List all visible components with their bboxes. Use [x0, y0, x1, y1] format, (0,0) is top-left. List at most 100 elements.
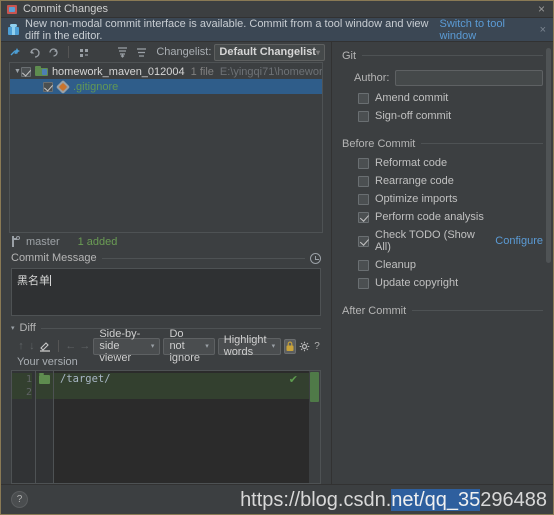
branch-name: master — [26, 235, 60, 248]
optimize-imports-label: Optimize imports — [375, 193, 458, 205]
lock-icon[interactable] — [284, 338, 297, 354]
diff-code-column[interactable]: /target/ ✔ — [54, 371, 320, 483]
watermark-prefix: https://blog.csdn. — [240, 489, 392, 511]
rearrange-code-row[interactable]: Rearrange code — [358, 175, 543, 187]
notification-close-icon[interactable]: × — [540, 24, 546, 36]
author-field[interactable] — [395, 70, 543, 86]
cleanup-checkbox[interactable] — [358, 259, 369, 271]
refresh-icon[interactable] — [45, 44, 61, 60]
text-caret — [50, 275, 51, 286]
close-icon[interactable]: × — [536, 3, 547, 15]
file-name: homework_maven_012004 — [51, 65, 185, 78]
table-row[interactable]: .gitignore — [10, 79, 322, 94]
next-difference-button[interactable]: ↓ — [28, 339, 36, 354]
row-checkbox[interactable] — [20, 66, 31, 77]
watermark-highlight: net/qq_35 — [391, 489, 481, 511]
help-icon[interactable]: ? — [313, 339, 321, 354]
history-clock-icon[interactable] — [310, 252, 321, 264]
optimize-imports-checkbox[interactable] — [358, 193, 369, 205]
changelist-dropdown[interactable]: Default Changelist ▾ — [214, 43, 325, 61]
dialog-bottom-bar: ? https://blog.csdn.net/qq_35296488 — [1, 484, 553, 514]
dialog-body: Changelist: Default Changelist ▾ ▼ homew… — [1, 42, 553, 484]
watermark: https://blog.csdn.net/qq_35296488 — [240, 489, 547, 512]
toolbar-divider — [68, 46, 69, 58]
configure-link[interactable]: Configure — [495, 235, 543, 247]
rollback-icon[interactable] — [26, 44, 42, 60]
group-by-icon[interactable] — [76, 44, 92, 60]
file-name: .gitignore — [73, 80, 119, 93]
folder-icon — [36, 373, 53, 386]
signoff-commit-checkbox[interactable] — [358, 110, 369, 122]
expand-all-icon[interactable] — [114, 44, 130, 60]
viewer-mode-dropdown[interactable]: Side-by-side viewer ▾ — [93, 328, 161, 364]
signoff-commit-row[interactable]: Sign-off commit — [358, 110, 543, 122]
perform-code-analysis-checkbox[interactable] — [358, 211, 369, 223]
gear-icon[interactable] — [299, 339, 310, 354]
pencil-icon[interactable] — [39, 339, 51, 354]
switch-to-tool-window-link[interactable]: Switch to tool window — [440, 18, 530, 42]
diff-line: /target/ — [54, 373, 320, 386]
file-path: E:\yingqi71\homework_maven_012004 — [219, 65, 323, 78]
diff-viewer[interactable]: 1 2 /target/ ✔ — [11, 370, 321, 484]
idea-app-icon — [7, 4, 18, 15]
next-change-button[interactable]: → — [79, 339, 90, 354]
git-panel-scrollbar[interactable] — [546, 48, 551, 263]
before-commit-group-header: Before Commit — [342, 136, 543, 151]
check-todo-row[interactable]: Check TODO (Show All) Configure — [358, 229, 543, 253]
after-commit-group-header: After Commit — [342, 303, 543, 318]
line-number: 2 — [12, 386, 32, 399]
update-copyright-row[interactable]: Update copyright — [358, 277, 543, 289]
rearrange-code-checkbox[interactable] — [358, 175, 369, 187]
diff-title: Diff — [19, 322, 36, 334]
amend-commit-checkbox[interactable] — [358, 92, 369, 104]
changed-files-tree[interactable]: ▼ homework_maven_012004 1 file E:\yingqi… — [9, 62, 323, 233]
chevron-down-icon: ▾ — [315, 47, 320, 57]
left-pane: Changelist: Default Changelist ▾ ▼ homew… — [1, 42, 331, 484]
diff-toolbar: ↑ ↓ ← → Side-by-side viewer ▾ Do not ign… — [11, 328, 321, 364]
diff-icon-column — [36, 371, 54, 483]
changelist-label: Changelist: — [156, 46, 212, 58]
git-options-panel: Git Author: Amend commit Sign-off commit — [332, 42, 553, 484]
divider — [101, 257, 305, 259]
check-todo-checkbox[interactable] — [358, 235, 369, 247]
diff-scrollbar[interactable] — [309, 371, 320, 483]
file-count: 1 file — [190, 65, 214, 78]
expand-twisty-icon[interactable]: ▼ — [14, 68, 21, 75]
optimize-imports-row[interactable]: Optimize imports — [358, 193, 543, 205]
cleanup-row[interactable]: Cleanup — [358, 259, 543, 271]
amend-commit-row[interactable]: Amend commit — [358, 92, 543, 104]
author-row: Author: — [354, 70, 543, 86]
prev-change-button[interactable]: ← — [65, 339, 76, 354]
show-diff-icon[interactable] — [7, 44, 23, 60]
help-button[interactable]: ? — [11, 491, 28, 508]
reformat-code-checkbox[interactable] — [358, 157, 369, 169]
diff-scrollbar-thumb[interactable] — [310, 372, 319, 402]
update-copyright-label: Update copyright — [375, 277, 459, 289]
update-copyright-checkbox[interactable] — [358, 277, 369, 289]
commit-message-input[interactable]: 黑名单 — [11, 268, 321, 316]
table-row[interactable]: ▼ homework_maven_012004 1 file E:\yingqi… — [10, 64, 322, 79]
prev-difference-button[interactable]: ↑ — [17, 339, 25, 354]
reformat-code-label: Reformat code — [375, 157, 448, 169]
reformat-code-row[interactable]: Reformat code — [358, 157, 543, 169]
gitignore-file-icon — [55, 79, 71, 94]
row-checkbox[interactable] — [43, 81, 53, 92]
watermark-suffix: 296488 — [480, 489, 547, 511]
dialog-title: Commit Changes — [23, 3, 108, 15]
ignore-mode-dropdown[interactable]: Do not ignore ▾ — [163, 328, 215, 364]
branch-status-bar: master 1 added — [1, 233, 331, 250]
diff-section: ▾ Diff ↑ ↓ ← → Side-by-side viewer ▾ Do … — [1, 316, 331, 484]
diff-header[interactable]: ▾ Diff — [11, 320, 321, 336]
empty-icon-slot — [36, 386, 53, 399]
git-group-header: Git — [342, 48, 543, 63]
highlight-mode-dropdown[interactable]: Highlight words ▾ — [217, 334, 282, 358]
chevron-down-icon[interactable]: ▾ — [11, 324, 15, 332]
changes-toolbar: Changelist: Default Changelist ▾ — [1, 42, 331, 62]
changelist-value: Default Changelist — [219, 46, 316, 58]
notification-banner: New non-modal commit interface is availa… — [1, 18, 553, 42]
collapse-all-icon[interactable] — [133, 44, 149, 60]
chevron-down-icon: ▾ — [150, 343, 155, 350]
module-folder-icon — [34, 66, 48, 77]
perform-code-analysis-row[interactable]: Perform code analysis — [358, 211, 543, 223]
status-badge: 1 added — [77, 235, 118, 248]
